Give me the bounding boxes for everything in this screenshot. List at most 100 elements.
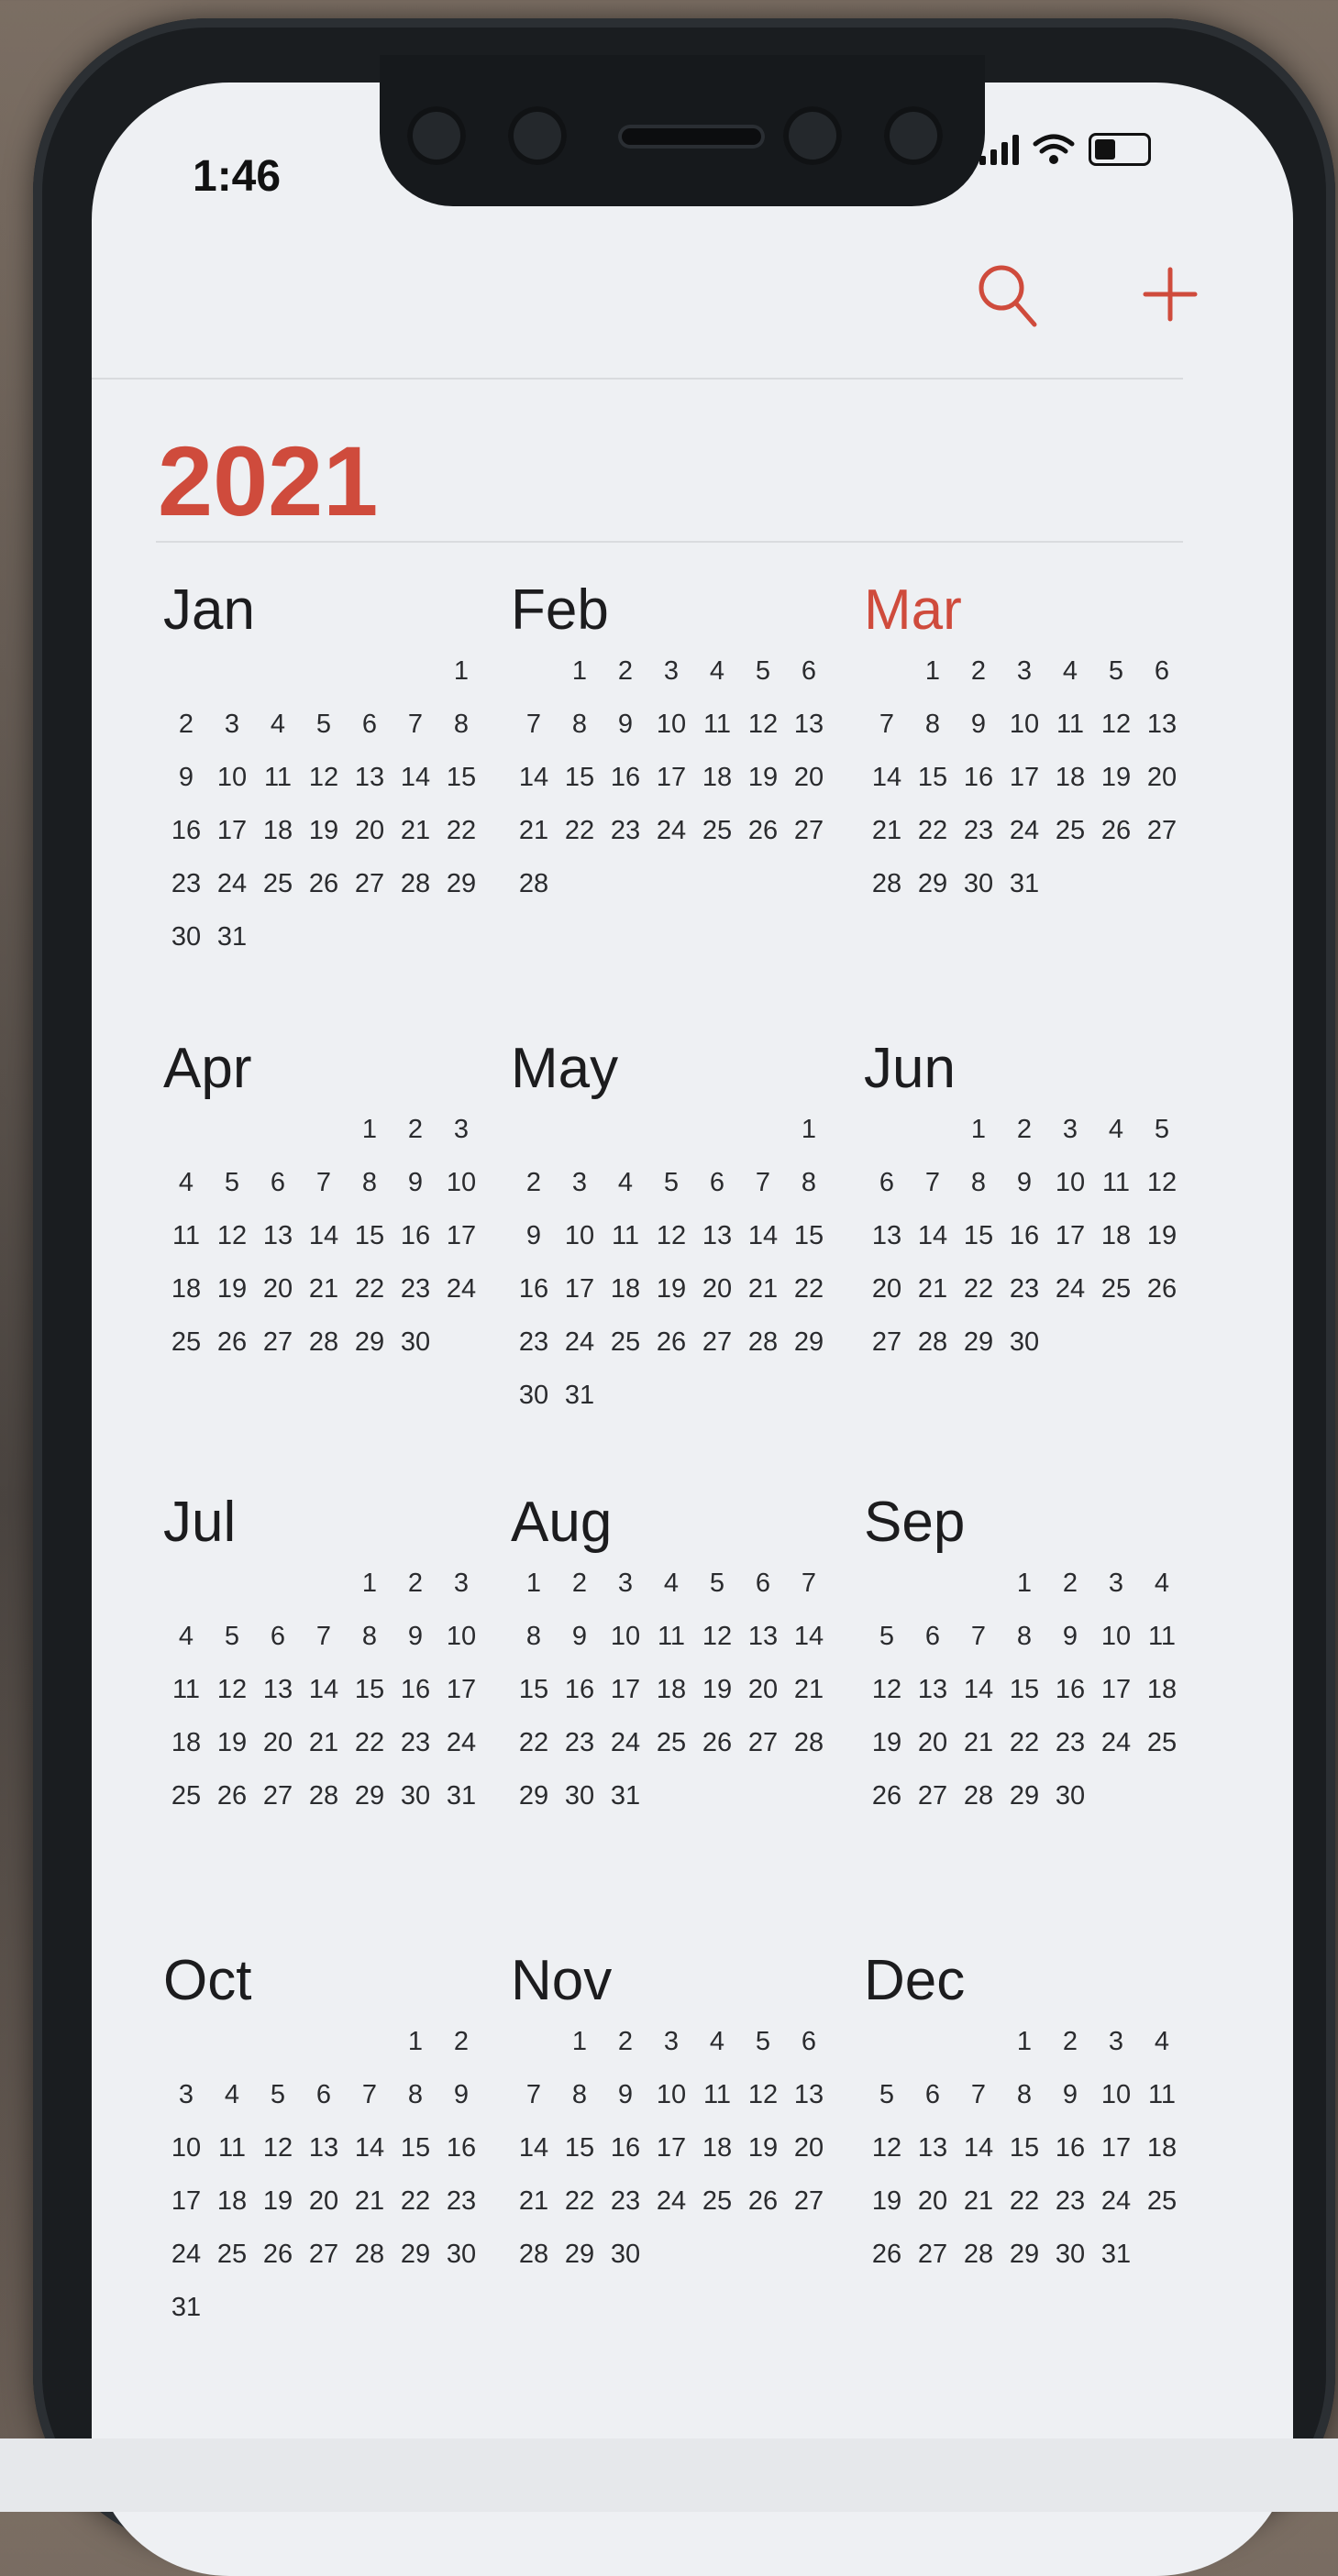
month-jan[interactable]: Jan 1 2 3 4 5 6 7 8 9 10 11 12 13 14 15 16 17 18 19 20 21 22 23… (163, 578, 503, 953)
day-number: 19 (216, 1728, 248, 1757)
day-number: 26 (216, 1781, 248, 1811)
day-number: 20 (262, 1274, 293, 1304)
day-number: 2 (407, 1569, 424, 1598)
day-number: 23 (1055, 1728, 1086, 1757)
day-number: 30 (171, 922, 202, 952)
day-number: 17 (1009, 763, 1040, 792)
day-number: 6 (315, 2080, 332, 2109)
day-number: 1 (1016, 1569, 1033, 1598)
day-number: 5 (709, 1569, 725, 1598)
day-number: 29 (963, 1327, 994, 1357)
day-number: 18 (656, 1675, 687, 1704)
empty-cell (347, 2025, 393, 2058)
month-aug[interactable]: Aug 1 2 3 4 5 6 7 8 9 10 11 12 13 14 15 16 17 18 19 20 21 22 23… (511, 1490, 850, 1812)
day-number: 16 (1055, 1675, 1086, 1704)
day-number: 7 (970, 2080, 987, 2109)
day-number: 18 (1100, 1221, 1132, 1250)
day-number: 24 (171, 2240, 202, 2269)
day-number: 1 (361, 1115, 378, 1144)
day-number: 16 (518, 1274, 549, 1304)
day-number: 9 (525, 1221, 542, 1250)
day-number: 11 (1147, 1622, 1177, 1651)
day-number: 23 (171, 869, 202, 898)
day-number: 11 (702, 710, 732, 739)
day-number: 15 (354, 1221, 385, 1250)
day-number: 24 (216, 869, 248, 898)
day-number: 7 (970, 1622, 987, 1651)
day-number: 28 (793, 1728, 824, 1757)
day-number: 11 (171, 1675, 201, 1704)
day-number: 16 (610, 2133, 641, 2163)
month-jul[interactable]: Jul 1 2 3 4 5 6 7 8 9 10 11 12 13 14 15 16 17 18 19 20 21 22 23… (163, 1490, 503, 1812)
day-number: 7 (361, 2080, 378, 2109)
day-number: 6 (1154, 656, 1170, 686)
day-number: 24 (656, 816, 687, 845)
day-number: 6 (879, 1168, 895, 1197)
month-oct[interactable]: Oct 1 2 3 4 5 6 7 8 9 10 11 12 13 14 15 16 17 18 19 20 21 22 23… (163, 1948, 503, 2324)
empty-cell (163, 655, 209, 688)
day-number: 4 (617, 1168, 634, 1197)
day-number: 1 (453, 656, 470, 686)
day-number: 13 (308, 2133, 339, 2163)
day-number: 22 (1009, 1728, 1040, 1757)
day-number: 14 (400, 763, 431, 792)
year-title[interactable]: 2021 (158, 424, 378, 538)
day-number: 22 (354, 1728, 385, 1757)
month-name: May (511, 1037, 619, 1100)
day-number: 4 (709, 2027, 725, 2056)
day-number: 20 (871, 1274, 902, 1304)
day-number: 2 (571, 1569, 588, 1598)
day-grid: 1 2 3 4 5 6 7 8 9 10 11 12 13 14 15 16 17 18 19 20 21 22 23 24 2… (163, 1567, 503, 1812)
day-number: 11 (702, 2080, 732, 2109)
day-number: 28 (518, 869, 549, 898)
month-dec[interactable]: Dec 1 2 3 4 5 6 7 8 9 10 11 12 13 14 15 16 17 18 19 20 21 22 23… (864, 1948, 1203, 2271)
day-number: 11 (657, 1622, 686, 1651)
day-number: 27 (262, 1327, 293, 1357)
day-number: 5 (663, 1168, 680, 1197)
month-sep[interactable]: Sep 1 2 3 4 5 6 7 8 9 10 11 12 13 14 15 16 17 18 19 20 21 22 23… (864, 1490, 1203, 1812)
empty-cell (255, 655, 301, 688)
month-jun[interactable]: Jun 1 2 3 4 5 6 7 8 9 10 11 12 13 14 15 16 17 18 19 20 21 22 23… (864, 1036, 1203, 1359)
day-number: 8 (361, 1622, 378, 1651)
earpiece-speaker (618, 125, 765, 149)
day-number: 12 (871, 2133, 902, 2163)
day-number: 31 (610, 1781, 641, 1811)
day-number: 8 (361, 1168, 378, 1197)
day-number: 7 (315, 1168, 332, 1197)
day-number: 25 (702, 2186, 733, 2216)
day-number: 5 (224, 1168, 240, 1197)
day-number: 20 (1146, 763, 1178, 792)
day-number: 15 (564, 2133, 595, 2163)
day-number: 24 (1100, 2186, 1132, 2216)
plus-icon[interactable] (1142, 266, 1199, 323)
day-number: 6 (801, 2027, 817, 2056)
day-number: 20 (793, 2133, 824, 2163)
day-number: 25 (171, 1781, 202, 1811)
month-apr[interactable]: Apr 1 2 3 4 5 6 7 8 9 10 11 12 13 14 15 16 17 18 19 20 21 22 23… (163, 1036, 503, 1359)
day-number: 29 (917, 869, 948, 898)
day-number: 16 (963, 763, 994, 792)
day-number: 12 (262, 2133, 293, 2163)
day-number: 31 (1100, 2240, 1132, 2269)
month-feb[interactable]: Feb 1 2 3 4 5 6 7 8 9 10 11 12 13 14 15 16 17 18 19 20 21 22 23… (511, 578, 850, 900)
wifi-icon (1033, 134, 1075, 164)
empty-cell (864, 1113, 910, 1146)
day-number: 29 (354, 1781, 385, 1811)
day-number: 25 (1146, 2186, 1178, 2216)
day-number: 12 (216, 1221, 248, 1250)
month-may[interactable]: May 1 2 3 4 5 6 7 8 9 10 11 12 13 14 15 16 17 18 19 20 21 22 23… (511, 1036, 850, 1412)
empty-cell (910, 1113, 956, 1146)
day-number: 21 (354, 2186, 385, 2216)
day-number: 11 (263, 763, 293, 792)
day-number: 18 (216, 2186, 248, 2216)
day-number: 3 (1062, 1115, 1078, 1144)
day-number: 13 (747, 1622, 779, 1651)
day-number: 1 (407, 2027, 424, 2056)
search-icon[interactable] (974, 260, 1040, 330)
day-number: 4 (663, 1569, 680, 1598)
month-nov[interactable]: Nov 1 2 3 4 5 6 7 8 9 10 11 12 13 14 15 16 17 18 19 20 21 22 23… (511, 1948, 850, 2271)
day-number: 18 (702, 2133, 733, 2163)
day-number: 26 (871, 1781, 902, 1811)
day-number: 13 (793, 2080, 824, 2109)
month-mar[interactable]: Mar 1 2 3 4 5 6 7 8 9 10 11 12 13 14 15 16 17 18 19 20 21 22 23… (864, 578, 1203, 900)
